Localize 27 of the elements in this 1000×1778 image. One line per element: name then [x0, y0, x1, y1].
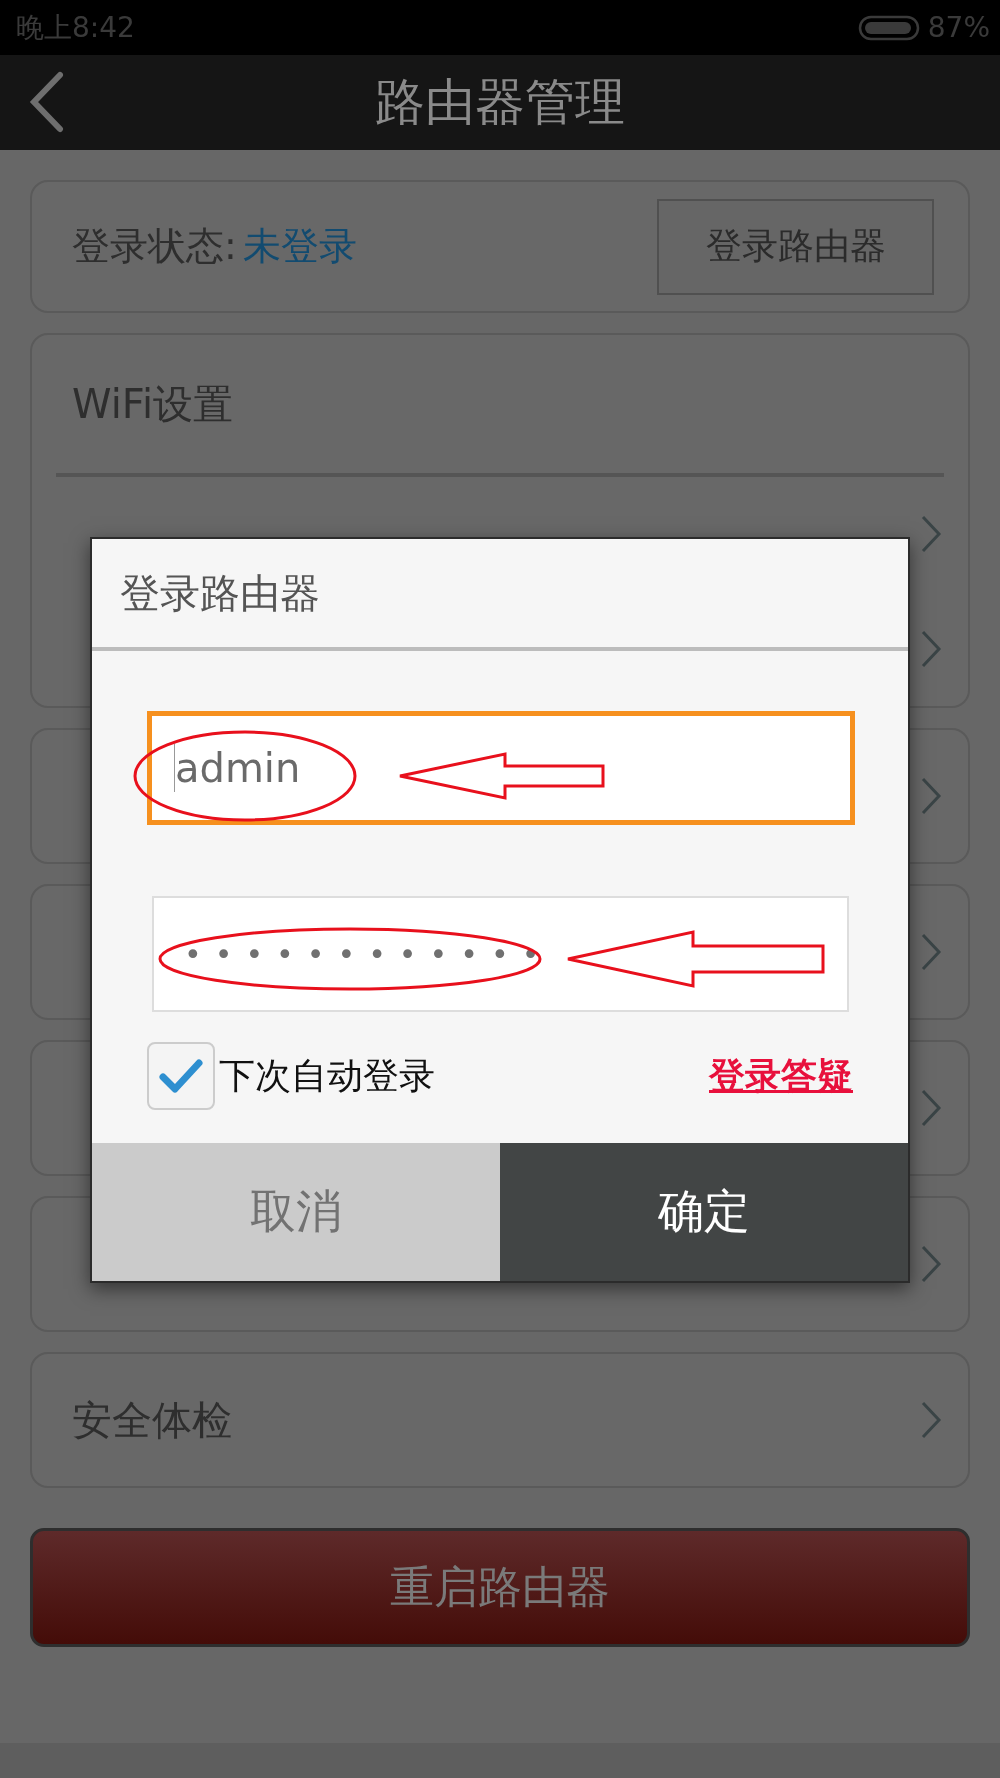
chevron-icon	[920, 1400, 942, 1440]
menu-row[interactable]: 安全体检	[32, 1354, 968, 1486]
status-time: 晚上8:42	[16, 9, 135, 46]
chevron-icon	[920, 1088, 942, 1128]
confirm-button[interactable]: 确定	[500, 1143, 908, 1281]
battery-icon	[857, 13, 920, 42]
chevron-icon	[920, 1244, 942, 1284]
password-field[interactable]: ••••••••••••	[152, 896, 849, 1012]
screen-title: 路由器管理	[375, 72, 625, 133]
checkbox-label: 下次自动登录	[219, 1053, 435, 1098]
help-link[interactable]: 登录答疑	[709, 1051, 853, 1101]
login-router-button[interactable]: 登录路由器	[657, 198, 934, 295]
row-label: 安全体检	[72, 1395, 232, 1445]
checkbox[interactable]	[147, 1042, 215, 1110]
reboot-button[interactable]: 重启路由器	[30, 1528, 970, 1647]
check-icon	[159, 1058, 203, 1094]
chevron-icon	[920, 514, 942, 555]
username-field[interactable]: admin	[147, 711, 855, 825]
chevron-icon	[920, 932, 942, 972]
battery-percent: 87%	[927, 11, 990, 44]
section-title: WiFi设置	[71, 379, 234, 429]
login-status-label: 登录状态:	[72, 223, 237, 270]
chevron-icon	[920, 776, 942, 816]
login-status-value: 未登录	[242, 223, 358, 270]
chevron-icon	[920, 628, 942, 669]
cancel-button[interactable]: 取消	[92, 1143, 500, 1281]
dialog-title: 登录路由器	[119, 568, 321, 618]
